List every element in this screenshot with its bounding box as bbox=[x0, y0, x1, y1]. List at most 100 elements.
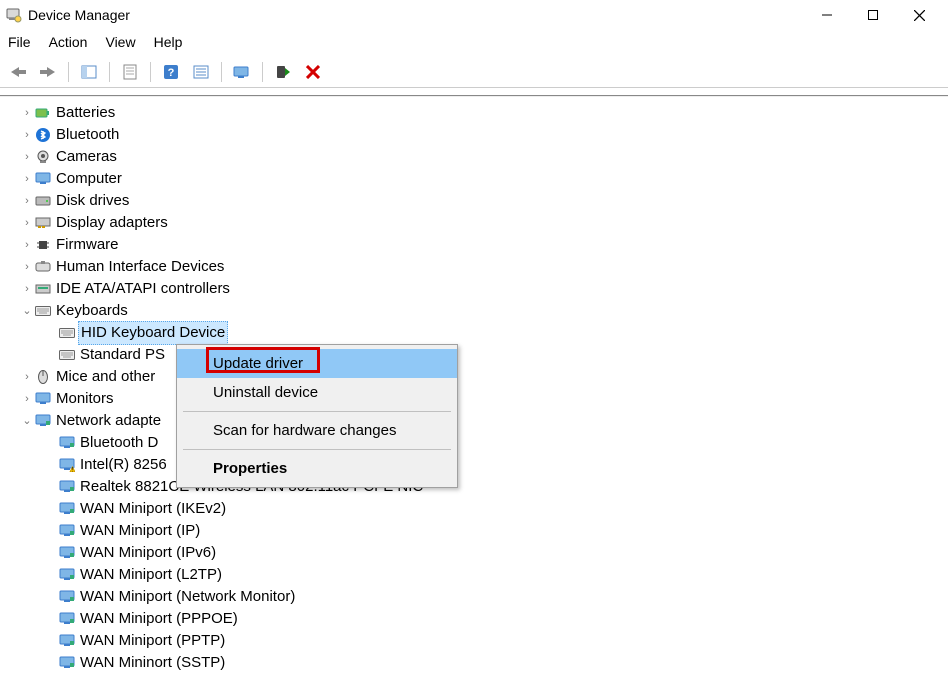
show-hide-console-tree-icon[interactable] bbox=[77, 60, 101, 84]
tree-node-wan-pptp[interactable]: WAN Miniport (PPTP) bbox=[0, 630, 948, 652]
monitor-icon bbox=[34, 391, 52, 407]
collapse-icon[interactable]: ⌄ bbox=[20, 410, 34, 432]
expand-icon[interactable]: › bbox=[20, 234, 34, 256]
context-menu-properties[interactable]: Properties bbox=[177, 454, 457, 483]
tree-node-kb-hid[interactable]: HID Keyboard Device bbox=[0, 322, 948, 344]
keyboard-icon bbox=[58, 325, 76, 341]
app-icon bbox=[6, 7, 22, 23]
tree-node-label: WAN Miniport (IP) bbox=[80, 522, 200, 539]
enable-device-icon[interactable] bbox=[271, 60, 295, 84]
tree-node-monitors[interactable]: › Monitors bbox=[0, 388, 948, 410]
tree-node-wan-netmon[interactable]: WAN Miniport (Network Monitor) bbox=[0, 586, 948, 608]
hid-icon bbox=[34, 259, 52, 275]
tree-node-net-intel[interactable]: !Intel(R) 8256 bbox=[0, 454, 948, 476]
titlebar: Device Manager bbox=[0, 0, 948, 30]
tree-node-label: IDE ATA/ATAPI controllers bbox=[56, 280, 230, 297]
tree-node-label: Cameras bbox=[56, 148, 117, 165]
network-adapter-icon bbox=[58, 567, 76, 583]
menu-view[interactable]: View bbox=[105, 34, 135, 50]
tree-node-label: WAN Miniport (PPTP) bbox=[80, 632, 225, 649]
tree-node-wan-ip[interactable]: WAN Miniport (IP) bbox=[0, 520, 948, 542]
device-tree[interactable]: ›Batteries›Bluetooth›Cameras›Computer›Di… bbox=[0, 96, 948, 674]
collapse-icon[interactable]: ⌄ bbox=[20, 300, 34, 322]
tree-node-label: WAN Miniport (PPPOE) bbox=[80, 610, 238, 627]
network-adapter-icon bbox=[58, 633, 76, 649]
tree-node-batteries[interactable]: › Batteries bbox=[0, 102, 948, 124]
close-button[interactable] bbox=[896, 0, 942, 30]
network-adapter-warn-icon: ! bbox=[58, 457, 76, 473]
tree-node-display[interactable]: ›Display adapters bbox=[0, 212, 948, 234]
context-menu-update-driver[interactable]: Update driver bbox=[177, 349, 457, 378]
tree-node-label: Keyboards bbox=[56, 302, 128, 319]
tree-node-diskdrives[interactable]: › Disk drives bbox=[0, 190, 948, 212]
back-arrow-icon[interactable] bbox=[6, 60, 30, 84]
tree-node-keyboards[interactable]: ⌄ Keyboards bbox=[0, 300, 948, 322]
tree-node-kb-std[interactable]: Standard PS bbox=[0, 344, 948, 366]
expand-icon[interactable]: › bbox=[20, 366, 34, 388]
expand-icon[interactable]: › bbox=[20, 212, 34, 234]
tree-node-wan-ipv6[interactable]: WAN Miniport (IPv6) bbox=[0, 542, 948, 564]
network-adapter-icon bbox=[34, 413, 52, 429]
camera-icon bbox=[34, 149, 52, 165]
tree-node-network[interactable]: ⌄ Network adapte bbox=[0, 410, 948, 432]
tree-node-bluetooth[interactable]: ›Bluetooth bbox=[0, 124, 948, 146]
expand-icon[interactable]: › bbox=[20, 256, 34, 278]
help-icon[interactable]: ? bbox=[159, 60, 183, 84]
tree-node-cameras[interactable]: › Cameras bbox=[0, 146, 948, 168]
expand-icon[interactable]: › bbox=[20, 168, 34, 190]
tree-node-label: Computer bbox=[56, 170, 122, 187]
expand-icon[interactable]: › bbox=[20, 278, 34, 300]
tree-node-net-realtek[interactable]: Realtek 8821CE Wireless LAN 802.11ac PCI… bbox=[0, 476, 948, 498]
tree-node-label: Human Interface Devices bbox=[56, 258, 224, 275]
tree-node-wan-l2tp[interactable]: WAN Miniport (L2TP) bbox=[0, 564, 948, 586]
tree-node-hid[interactable]: › Human Interface Devices bbox=[0, 256, 948, 278]
tree-node-label: Firmware bbox=[56, 236, 119, 253]
tree-node-net-bt[interactable]: Bluetooth D bbox=[0, 432, 948, 454]
network-adapter-icon bbox=[58, 435, 76, 451]
maximize-button[interactable] bbox=[850, 0, 896, 30]
tree-node-label: WAN Miniport (Network Monitor) bbox=[80, 588, 295, 605]
context-menu-uninstall-device[interactable]: Uninstall device bbox=[177, 378, 457, 407]
menu-action[interactable]: Action bbox=[49, 34, 88, 50]
menu-help[interactable]: Help bbox=[154, 34, 183, 50]
disk-icon bbox=[34, 193, 52, 209]
tree-node-label: Monitors bbox=[56, 390, 114, 407]
network-adapter-icon bbox=[58, 523, 76, 539]
context-menu-scan-hardware[interactable]: Scan for hardware changes bbox=[177, 416, 457, 445]
tree-node-label: Disk drives bbox=[56, 192, 129, 209]
keyboard-icon bbox=[58, 347, 76, 363]
menubar: File Action View Help bbox=[0, 30, 948, 56]
tree-node-label: WAN Miniport (IKEv2) bbox=[80, 500, 226, 517]
tree-node-wan-ikev2[interactable]: WAN Miniport (IKEv2) bbox=[0, 498, 948, 520]
chip-icon bbox=[34, 237, 52, 253]
action-options-icon[interactable] bbox=[189, 60, 213, 84]
expand-icon[interactable]: › bbox=[20, 146, 34, 168]
minimize-button[interactable] bbox=[804, 0, 850, 30]
properties-icon[interactable] bbox=[118, 60, 142, 84]
window-title: Device Manager bbox=[28, 7, 130, 23]
tree-node-firmware[interactable]: › Firmware bbox=[0, 234, 948, 256]
expand-icon[interactable]: › bbox=[20, 124, 34, 146]
uninstall-device-icon[interactable] bbox=[301, 60, 325, 84]
tree-node-label: Network adapte bbox=[56, 412, 161, 429]
tree-node-wan-sstp[interactable]: WAN Mininort (SSTP) bbox=[0, 652, 948, 674]
scan-hardware-icon[interactable] bbox=[230, 60, 254, 84]
forward-arrow-icon[interactable] bbox=[36, 60, 60, 84]
display-adapter-icon bbox=[34, 215, 52, 231]
menu-file[interactable]: File bbox=[8, 34, 31, 50]
tree-node-mice[interactable]: ›Mice and other bbox=[0, 366, 948, 388]
ide-icon bbox=[34, 281, 52, 297]
expand-icon[interactable]: › bbox=[20, 388, 34, 410]
battery-icon bbox=[34, 105, 52, 121]
expand-icon[interactable]: › bbox=[20, 102, 34, 124]
expand-icon[interactable]: › bbox=[20, 190, 34, 212]
tree-node-label: HID Keyboard Device bbox=[81, 324, 225, 341]
tree-node-label: Batteries bbox=[56, 104, 115, 121]
toolbar: ? bbox=[0, 56, 948, 88]
tree-node-label: WAN Miniport (L2TP) bbox=[80, 566, 222, 583]
tree-node-wan-pppoe[interactable]: WAN Miniport (PPPOE) bbox=[0, 608, 948, 630]
keyboard-icon bbox=[34, 303, 52, 319]
tree-node-computer[interactable]: › Computer bbox=[0, 168, 948, 190]
network-adapter-icon bbox=[58, 479, 76, 495]
tree-node-ide[interactable]: › IDE ATA/ATAPI controllers bbox=[0, 278, 948, 300]
